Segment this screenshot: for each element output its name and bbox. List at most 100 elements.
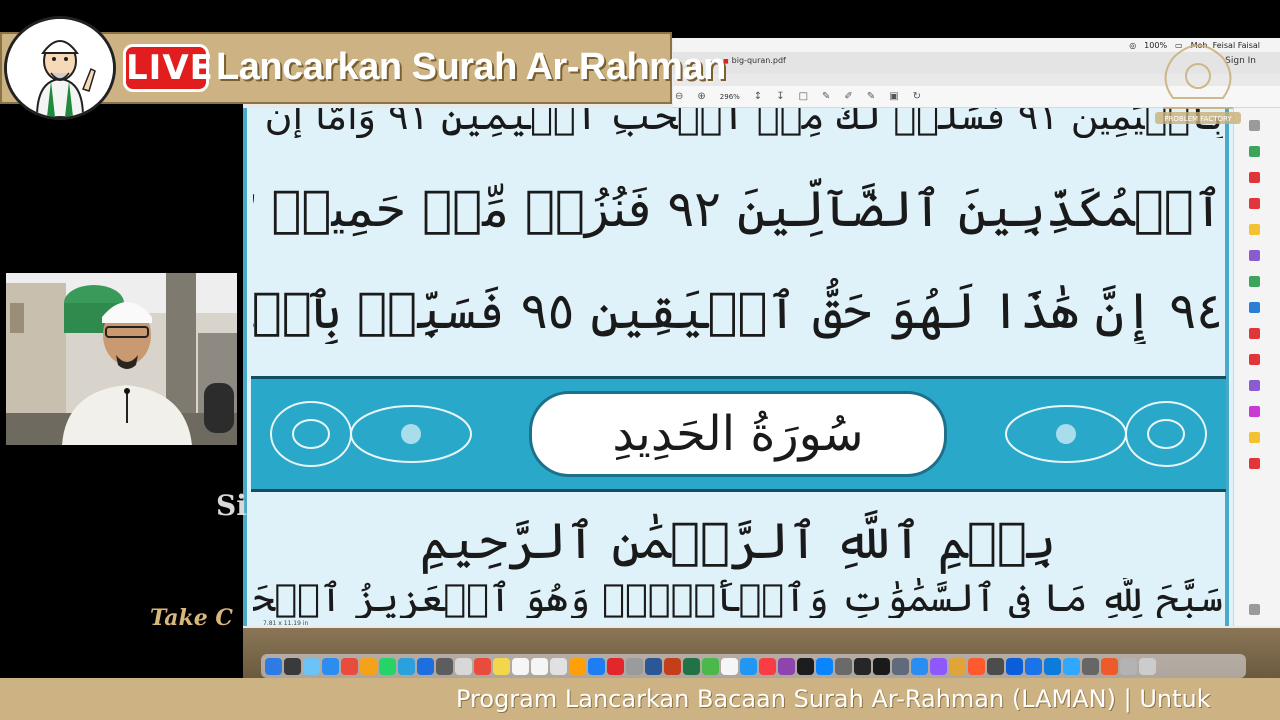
comment-tool-icon[interactable] — [1249, 224, 1260, 235]
fill-sign-icon[interactable] — [1249, 354, 1260, 365]
problem-factory-watermark: PROBLEM FACTORY — [1155, 44, 1241, 124]
pen-icon[interactable]: ✎ — [822, 91, 830, 102]
organize-icon[interactable] — [1249, 276, 1260, 287]
page-size-status: 7.81 x 11.19 in — [263, 620, 309, 627]
dock-app-icon[interactable] — [911, 657, 928, 675]
dock-app-icon[interactable] — [493, 657, 510, 675]
create-pdf-icon[interactable] — [1249, 172, 1260, 183]
watermark-label: PROBLEM FACTORY — [1164, 115, 1232, 123]
sign-icon[interactable]: ✎ — [867, 91, 875, 102]
delete-icon[interactable]: ▣ — [889, 91, 898, 102]
rotate-icon[interactable]: ↻ — [913, 91, 921, 102]
request-sign-icon[interactable] — [1249, 432, 1260, 443]
export-pdf-icon[interactable] — [1249, 146, 1260, 157]
dock-app-icon[interactable] — [284, 657, 301, 675]
redact-icon[interactable] — [1249, 380, 1260, 391]
dock-app-icon[interactable] — [265, 657, 282, 675]
cartoon-host-icon — [7, 19, 113, 117]
dock-app-icon[interactable] — [664, 657, 681, 675]
tools-sidebar — [1233, 108, 1280, 626]
dock-app-icon[interactable] — [436, 657, 453, 675]
dock-app-icon[interactable] — [512, 657, 529, 675]
bismillah: بِسۡمِ ٱللَّهِ ٱلرَّحۡمَٰنِ ٱلرَّحِيمِ — [419, 512, 1057, 570]
dock-app-icon[interactable] — [1025, 657, 1042, 675]
quran-line-2: ٱلۡمُكَذِّبِينَ ٱلضَّآلِّينَ ٩٢ فَنُزُلٞ… — [253, 180, 1223, 238]
dock-app-icon[interactable] — [721, 657, 738, 675]
dock-app-icon[interactable] — [1063, 657, 1080, 675]
dock-app-icon[interactable] — [1006, 657, 1023, 675]
wifi-icon[interactable]: ◎ — [1129, 41, 1136, 50]
dock-app-icon[interactable] — [683, 657, 700, 675]
quran-line-5: سَبَّحَ لِلَّهِ مَا فِي ٱلسَّمَٰوَٰتِ وَ… — [253, 578, 1223, 618]
live-badge: LIVE — [123, 44, 213, 92]
dock-app-icon[interactable] — [873, 657, 890, 675]
dock-app-icon[interactable] — [949, 657, 966, 675]
dock-app-icon[interactable] — [341, 657, 358, 675]
surah-name: سُورَةُ الحَدِيدِ — [612, 406, 864, 462]
scroll-mode-icon[interactable]: ↧ — [776, 91, 784, 102]
dock-app-icon[interactable] — [474, 657, 491, 675]
dock-app-icon[interactable] — [702, 657, 719, 675]
desktop-background — [243, 628, 1280, 678]
dock-app-icon[interactable] — [398, 657, 415, 675]
dock-app-icon[interactable] — [588, 657, 605, 675]
combine-icon[interactable] — [1249, 250, 1260, 261]
protect-icon[interactable] — [1249, 328, 1260, 339]
dock-app-icon[interactable] — [455, 657, 472, 675]
partially-hidden-caption-2: Take C — [150, 605, 233, 631]
highlight-icon[interactable]: ✐ — [844, 91, 852, 102]
stream-canvas: ◎ 100% ▭ Moh. Feisal Faisal big-quran.pd… — [0, 0, 1280, 720]
dock-app-icon[interactable] — [1044, 657, 1061, 675]
webcam-feed — [6, 273, 237, 445]
dock-app-icon[interactable] — [968, 657, 985, 675]
dock-app-icon[interactable] — [987, 657, 1004, 675]
dock-app-icon[interactable] — [1120, 657, 1137, 675]
host-avatar-logo — [4, 16, 116, 120]
dock-app-icon[interactable] — [1082, 657, 1099, 675]
zoom-in-icon[interactable]: ⊕ — [697, 91, 705, 102]
stream-title: Lancarkan Surah Ar-Rahman — [216, 46, 726, 88]
dock-app-icon[interactable] — [835, 657, 852, 675]
dock-app-icon[interactable] — [740, 657, 757, 675]
dock-app-icon[interactable] — [930, 657, 947, 675]
comment-icon[interactable]: □ — [799, 91, 808, 102]
quran-line-3: ٩٤ إِنَّ هَٰذَا لَهُوَ حَقُّ ٱلۡيَقِينِ … — [253, 282, 1223, 340]
tab-pdf-file[interactable]: big-quran.pdf — [723, 56, 786, 65]
page-fit-icon[interactable]: ↕ — [754, 91, 762, 102]
dock-app-icon[interactable] — [303, 657, 320, 675]
zoom-out-icon[interactable]: ⊖ — [675, 91, 683, 102]
dock-app-icon[interactable] — [1101, 657, 1118, 675]
quran-line-1: بِٱلۡيَمِينِ ٩١ فَسَلَٰمٞ لَّكَ مِنۡ أَص… — [253, 108, 1223, 138]
dock-app-icon[interactable] — [626, 657, 643, 675]
dock-app-icon[interactable] — [569, 657, 586, 675]
page-border-right — [1225, 108, 1229, 626]
dock-app-icon[interactable] — [797, 657, 814, 675]
dock-app-icon[interactable] — [1139, 657, 1156, 675]
pdf-page[interactable]: بِٱلۡيَمِينِ ٩١ فَسَلَٰمٞ لَّكَ مِنۡ أَص… — [243, 108, 1233, 626]
screen-share-window: ◎ 100% ▭ Moh. Feisal Faisal big-quran.pd… — [243, 38, 1280, 678]
dock-app-icon[interactable] — [854, 657, 871, 675]
scan-icon[interactable] — [1249, 302, 1260, 313]
edit-pdf-icon[interactable] — [1249, 198, 1260, 209]
surah-header-ornament: سُورَةُ الحَدِيدِ — [251, 376, 1226, 492]
mac-dock — [261, 654, 1246, 678]
dock-app-icon[interactable] — [892, 657, 909, 675]
dock-app-icon[interactable] — [816, 657, 833, 675]
stamp-icon[interactable] — [1249, 406, 1260, 417]
dock-app-icon[interactable] — [417, 657, 434, 675]
zoom-level[interactable]: 296% — [720, 93, 740, 101]
ticker-text: Program Lancarkan Bacaan Surah Ar-Rahman… — [456, 685, 1211, 713]
webcam-scene — [6, 273, 237, 445]
dock-app-icon[interactable] — [379, 657, 396, 675]
dock-app-icon[interactable] — [550, 657, 567, 675]
dock-app-icon[interactable] — [778, 657, 795, 675]
partially-hidden-caption-1: Si — [216, 489, 247, 522]
collapse-panel-icon[interactable] — [1249, 604, 1260, 615]
dock-app-icon[interactable] — [322, 657, 339, 675]
dock-app-icon[interactable] — [360, 657, 377, 675]
dock-app-icon[interactable] — [531, 657, 548, 675]
dock-app-icon[interactable] — [759, 657, 776, 675]
dock-app-icon[interactable] — [607, 657, 624, 675]
dock-app-icon[interactable] — [645, 657, 662, 675]
more-tools-icon[interactable] — [1249, 458, 1260, 469]
